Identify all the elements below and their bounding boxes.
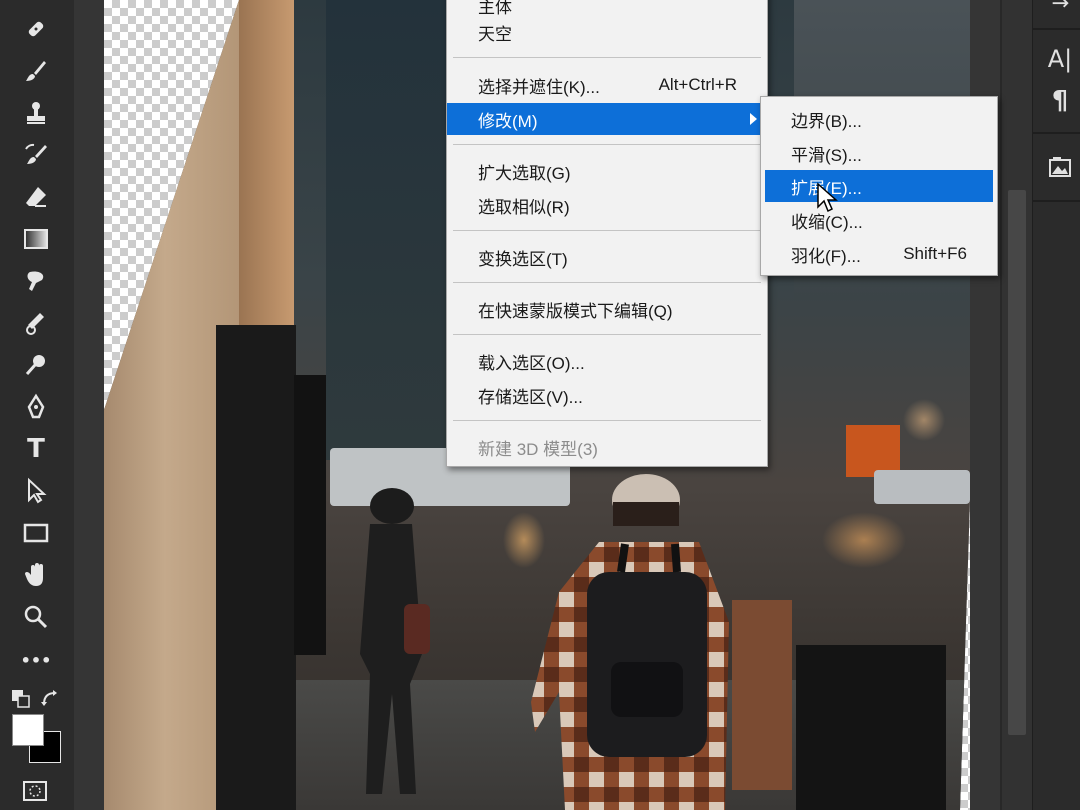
smudge-icon[interactable]: [14, 262, 58, 300]
mouse-cursor-icon: [816, 182, 838, 214]
menu-item-sky[interactable]: 天空: [447, 16, 767, 48]
street-sign-board: [796, 645, 946, 810]
menu-separator: [453, 144, 761, 145]
brush-icon[interactable]: [14, 52, 58, 90]
vertical-scrollbar-thumb[interactable]: [1008, 190, 1026, 735]
menu-separator: [453, 334, 761, 335]
person-with-backpack: [529, 472, 734, 810]
more-tools-icon[interactable]: •••: [14, 642, 58, 680]
menu-item-grow[interactable]: 扩大选取(G): [447, 155, 767, 187]
menu-separator: [453, 230, 761, 231]
window-frame: [326, 0, 446, 460]
dark-panel: [216, 325, 296, 810]
clone-stamp-icon[interactable]: [14, 94, 58, 132]
select-dropdown-menu: 主体 天空 选择并遮住(K)... Alt+Ctrl+R 修改(M) 扩大选取(…: [446, 0, 768, 467]
path-selection-icon[interactable]: [14, 472, 58, 510]
right-panel-dock: A| ¶: [1032, 0, 1080, 810]
menu-item-new-3d-model: 新建 3D 模型(3): [478, 439, 598, 459]
character-glyph: A|: [1047, 45, 1073, 73]
rectangle-icon[interactable]: [14, 514, 58, 552]
pen-icon[interactable]: [14, 388, 58, 426]
submenu-arrow-icon: [750, 113, 757, 125]
menu-item-transform-selection[interactable]: 变换选区(T): [447, 241, 767, 273]
paragraph-glyph: ¶: [1051, 86, 1069, 116]
lit-column: [239, 0, 294, 330]
modify-submenu: 边界(B)... 平滑(S)... 扩展(E)... 收缩(C)... 羽化(F…: [760, 96, 998, 276]
menu-separator: [453, 282, 761, 283]
trash-bin: [732, 600, 792, 790]
zoom-dodge-icon[interactable]: [14, 346, 58, 384]
menu-item-modify[interactable]: 修改(M): [447, 103, 767, 135]
awning-right: [874, 470, 970, 504]
collapse-icon[interactable]: [1043, 0, 1077, 22]
submenu-item-contract[interactable]: 收缩(C)...: [761, 204, 997, 236]
submenu-item-smooth[interactable]: 平滑(S)...: [761, 137, 997, 169]
submenu-item-expand[interactable]: 扩展(E)...: [765, 170, 993, 202]
more-tools-glyph: •••: [20, 651, 52, 670]
foreground-color-swatch[interactable]: [12, 714, 44, 746]
zoom-icon[interactable]: [14, 598, 58, 636]
submenu-item-border[interactable]: 边界(B)...: [761, 103, 997, 135]
tools-panel: T •••: [0, 0, 74, 810]
quick-mask-icon[interactable]: [22, 780, 48, 802]
type-icon[interactable]: T: [14, 430, 58, 468]
type-glyph: T: [27, 434, 45, 464]
menu-separator: [453, 57, 761, 58]
swap-colors-icon[interactable]: [40, 688, 62, 710]
paragraph-panel-icon[interactable]: ¶: [1043, 84, 1077, 118]
menu-item-save-selection[interactable]: 存储选区(V)...: [447, 379, 767, 411]
hand-icon[interactable]: [14, 556, 58, 594]
menu-item-load-selection[interactable]: 载入选区(O)...: [447, 345, 767, 377]
gradient-icon[interactable]: [14, 220, 58, 258]
spot-healing-brush-icon[interactable]: [14, 10, 58, 48]
dodge-burn-icon[interactable]: [14, 304, 58, 342]
menu-item-select-and-mask[interactable]: 选择并遮住(K)... Alt+Ctrl+R: [447, 69, 767, 101]
eraser-icon[interactable]: [14, 178, 58, 216]
dark-post: [294, 375, 326, 655]
menu-separator: [453, 420, 761, 421]
menu-item-similar[interactable]: 选取相似(R): [447, 189, 767, 221]
history-brush-icon[interactable]: [14, 136, 58, 174]
pedestrian-silhouette: [350, 484, 430, 804]
default-colors-icon[interactable]: [10, 688, 32, 710]
menu-item-quick-mask[interactable]: 在快速蒙版模式下编辑(Q): [447, 293, 767, 325]
submenu-item-feather[interactable]: 羽化(F)... Shift+F6: [761, 238, 997, 270]
layer-comps-icon[interactable]: [1043, 150, 1077, 184]
character-panel-icon[interactable]: A|: [1043, 42, 1077, 76]
